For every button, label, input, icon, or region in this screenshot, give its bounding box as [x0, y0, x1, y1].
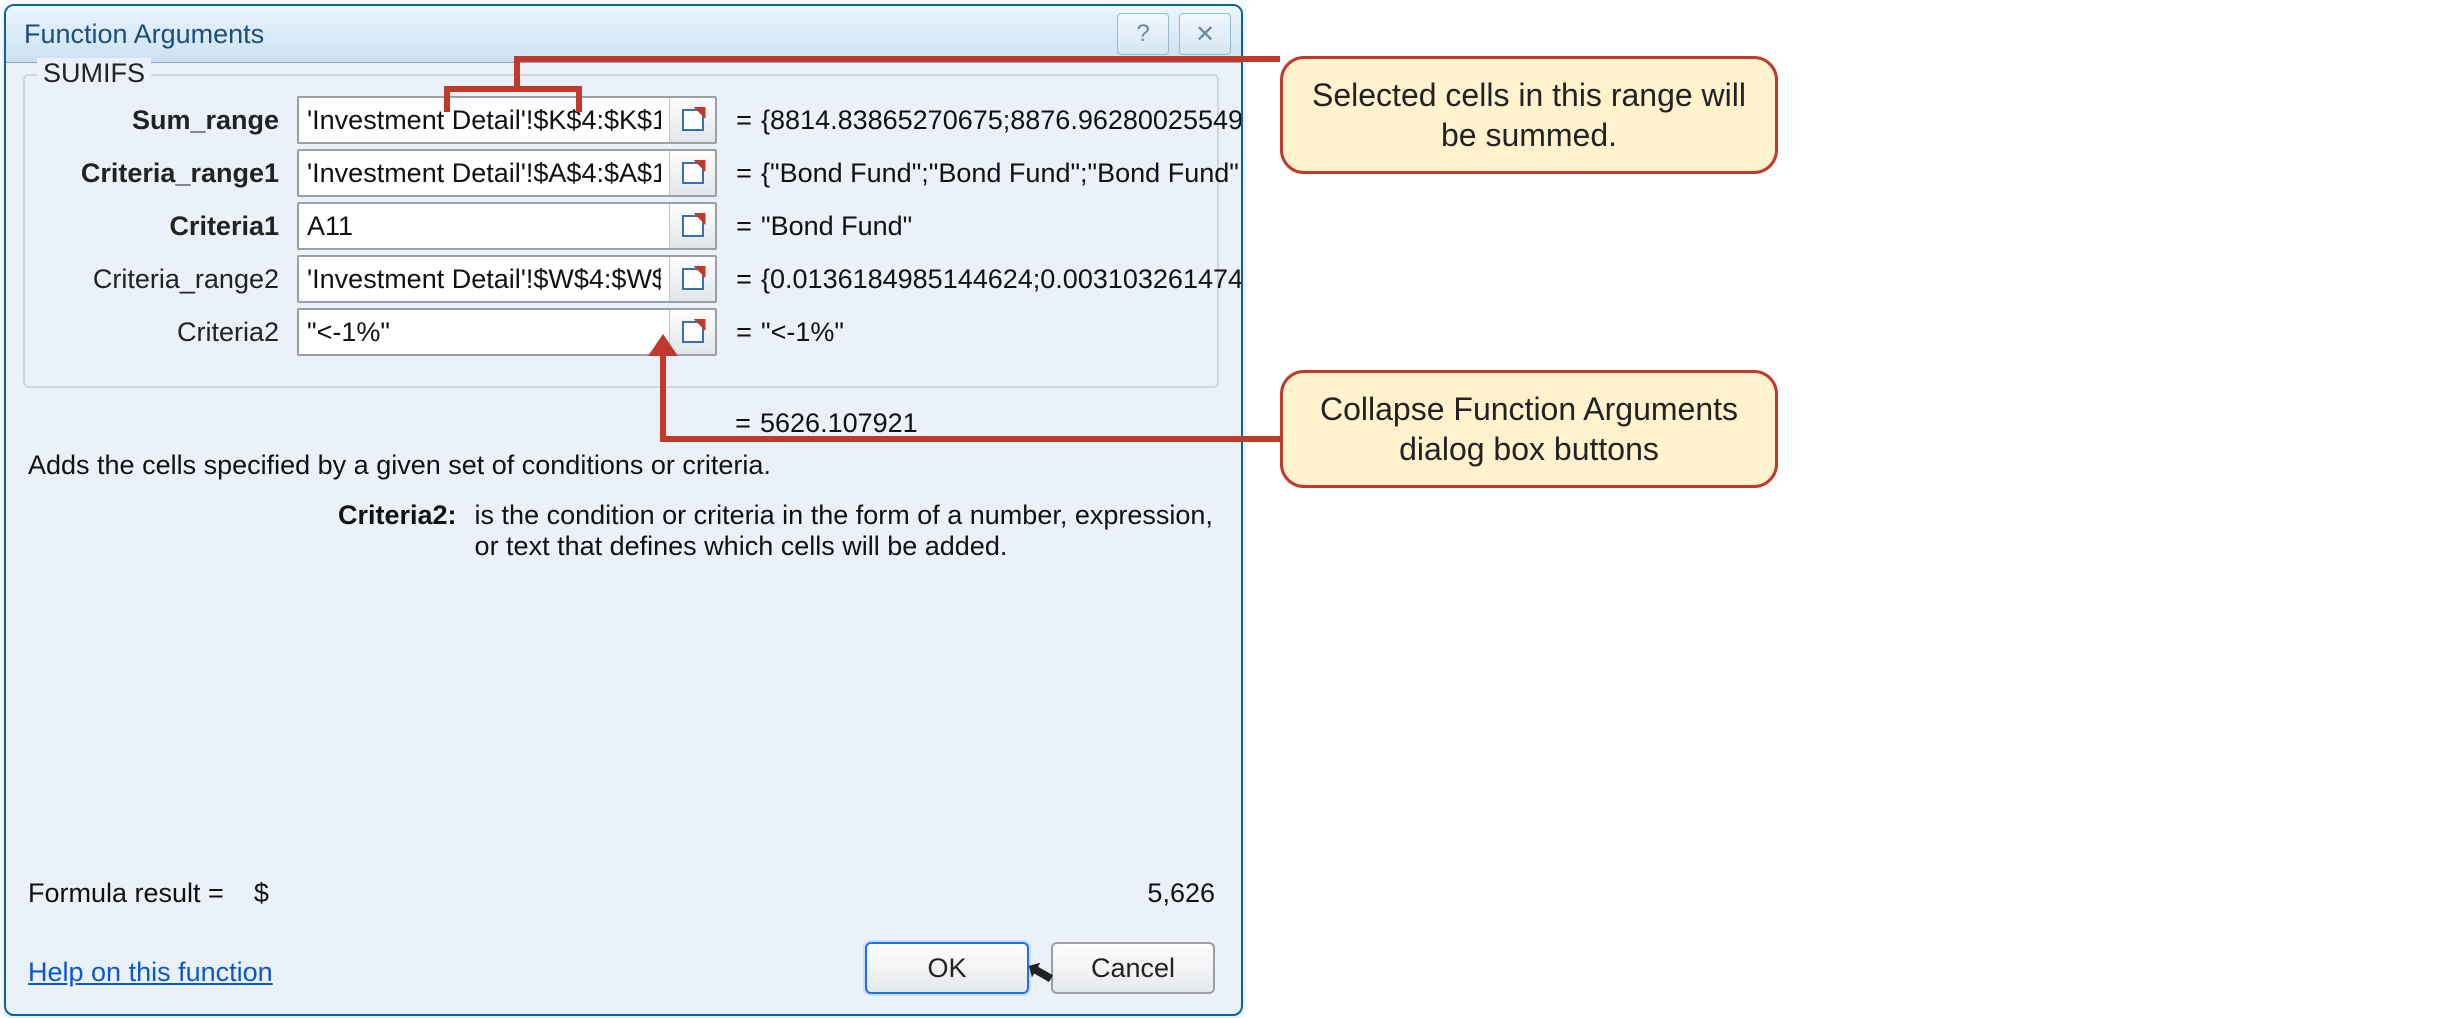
arg-eval-criteria-range1: ={"Bond Fund";"Bond Fund";"Bond Fund";"B…	[727, 158, 1243, 189]
formula-result-value: 5,626	[1147, 878, 1215, 909]
question-icon: ?	[1136, 20, 1149, 48]
arg-eval-text: {"Bond Fund";"Bond Fund";"Bond Fund";"Bo…	[761, 158, 1243, 188]
sum-range-input[interactable]	[299, 98, 669, 142]
arg-label-sum-range: Sum_range	[35, 105, 287, 136]
ok-button-label: OK	[927, 953, 966, 984]
criteria-range1-input[interactable]	[299, 151, 669, 195]
function-name-label: SUMIFS	[37, 58, 151, 89]
cancel-button-label: Cancel	[1091, 953, 1175, 984]
collapse-dialog-icon	[682, 162, 704, 184]
arg-label-criteria-range2: Criteria_range2	[35, 264, 287, 295]
formula-result-row: Formula result = $ 5,626	[28, 878, 1215, 909]
argument-help-label: Criteria2:	[338, 500, 457, 562]
arg-eval-criteria-range2: ={0.0136184985144624;0.0031032614740556	[727, 264, 1243, 295]
close-button[interactable]: ✕	[1179, 13, 1231, 55]
collapse-dialog-button[interactable]	[669, 204, 715, 248]
arg-eval-text: {0.0136184985144624;0.0031032614740556	[761, 264, 1243, 294]
arguments-area: Sum_range ={8814.83865270675;8876.962800…	[35, 96, 1207, 372]
titlebar-buttons: ? ✕	[1117, 13, 1231, 55]
arg-input-wrap-criteria-range2	[297, 255, 717, 303]
help-button[interactable]: ?	[1117, 13, 1169, 55]
arg-input-wrap-criteria-range1	[297, 149, 717, 197]
collapse-dialog-icon	[682, 215, 704, 237]
help-on-function-link[interactable]: Help on this function	[28, 957, 273, 988]
collapse-dialog-button[interactable]	[669, 151, 715, 195]
close-icon: ✕	[1195, 20, 1215, 49]
collapse-dialog-button[interactable]	[669, 98, 715, 142]
arg-eval-criteria1: ="Bond Fund"	[727, 211, 1243, 242]
computed-result: =5626.107921	[726, 408, 918, 439]
arguments-grid: Sum_range ={8814.83865270675;8876.962800…	[35, 96, 1243, 372]
callout-collapse-buttons: Collapse Function Arguments dialog box b…	[1280, 370, 1778, 488]
collapse-dialog-button[interactable]	[669, 310, 715, 354]
formula-result-prefix: $	[254, 878, 269, 908]
criteria1-input[interactable]	[299, 204, 669, 248]
arg-label-criteria-range1: Criteria_range1	[35, 158, 287, 189]
arg-input-wrap-criteria2	[297, 308, 717, 356]
formula-result-label: Formula result =	[28, 878, 224, 908]
criteria2-input[interactable]	[299, 310, 669, 354]
function-arguments-dialog: Function Arguments ? ✕ SUMIFS Sum_range	[4, 4, 1243, 1016]
arg-eval-text: "Bond Fund"	[761, 211, 912, 241]
dialog-title: Function Arguments	[24, 19, 264, 50]
arg-label-criteria2: Criteria2	[35, 317, 287, 348]
collapse-dialog-icon	[682, 109, 704, 131]
arg-input-wrap-criteria1	[297, 202, 717, 250]
argument-help-text: is the condition or criteria in the form…	[475, 500, 1215, 562]
function-description: Adds the cells specified by a given set …	[28, 450, 1215, 481]
collapse-dialog-button[interactable]	[669, 257, 715, 301]
ok-button[interactable]: OK	[865, 942, 1029, 994]
function-fieldset: SUMIFS Sum_range ={8814.83865270675;8876…	[23, 74, 1219, 388]
cancel-button[interactable]: Cancel	[1051, 942, 1215, 994]
callout-sum-range: Selected cells in this range will be sum…	[1280, 56, 1778, 174]
argument-help: Criteria2: is the condition or criteria …	[338, 500, 1215, 562]
arg-eval-sum-range: ={8814.83865270675;8876.96280025549;395	[727, 105, 1243, 136]
arg-label-criteria1: Criteria1	[35, 211, 287, 242]
arg-eval-text: {8814.83865270675;8876.96280025549;395	[761, 105, 1243, 135]
criteria-range2-input[interactable]	[299, 257, 669, 301]
collapse-dialog-icon	[682, 321, 704, 343]
dialog-button-row: OK Cancel	[865, 942, 1215, 994]
collapse-dialog-icon	[682, 268, 704, 290]
arg-eval-criteria2: ="<-1%"	[727, 317, 1243, 348]
dialog-titlebar: Function Arguments ? ✕	[6, 6, 1241, 63]
computed-result-value: 5626.107921	[760, 408, 918, 438]
arg-input-wrap-sum-range	[297, 96, 717, 144]
arg-eval-text: "<-1%"	[761, 317, 844, 347]
